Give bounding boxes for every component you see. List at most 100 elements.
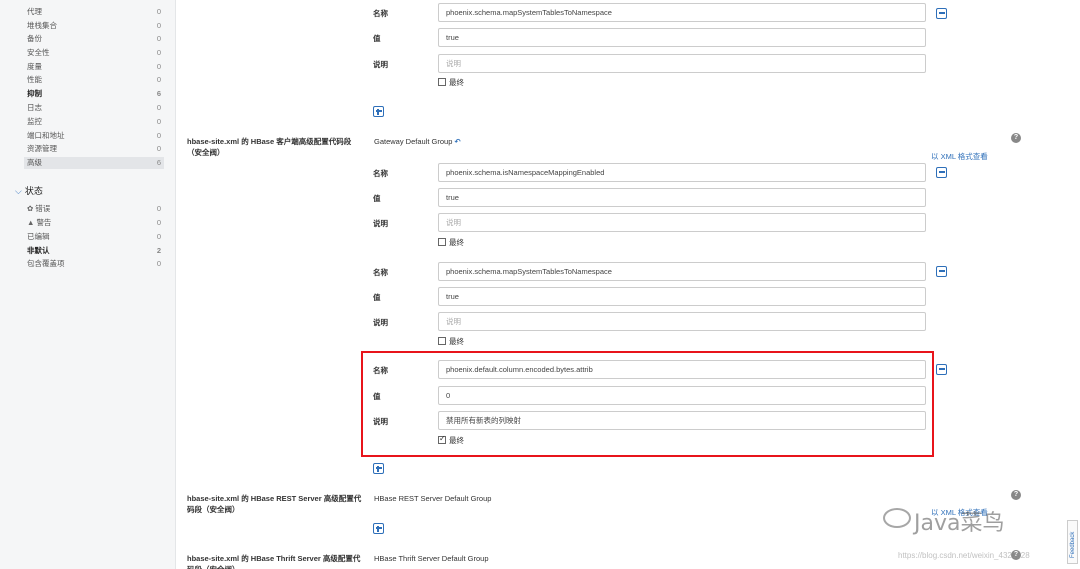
sidebar-item-count: 0	[156, 7, 161, 16]
description-label: 说明	[373, 318, 388, 327]
description-label: 说明	[373, 417, 388, 426]
sidebar-item-edited[interactable]: 已编辑 0	[27, 231, 161, 243]
final-checkbox[interactable]: 最终	[438, 238, 464, 248]
sidebar-item-errors[interactable]: ✿ 错误 0	[27, 203, 161, 215]
sidebar-item-proxy[interactable]: 代理 0	[27, 6, 161, 18]
sidebar-item-count: 0	[156, 34, 161, 43]
property-name-input[interactable]: phoenix.schema.mapSystemTablesToNamespac…	[438, 262, 926, 281]
sidebar-item-count: 0	[156, 117, 161, 126]
help-icon[interactable]: ?	[1011, 133, 1021, 143]
sidebar-item-overrides[interactable]: 包含覆盖项 0	[27, 258, 161, 270]
help-icon[interactable]: ?	[1011, 490, 1021, 500]
group-name: Gateway Default Group	[374, 137, 453, 146]
value-label: 值	[373, 34, 381, 43]
sidebar-item-logs[interactable]: 日志 0	[27, 102, 161, 114]
sidebar-item-non-default[interactable]: 非默认 2	[27, 245, 161, 257]
property-name-input[interactable]: phoenix.schema.isNamespaceMappingEnabled	[438, 163, 926, 182]
sidebar-item-backup[interactable]: 备份 0	[27, 33, 161, 45]
sidebar-item-warnings[interactable]: ▲ 警告 0	[27, 217, 161, 229]
value-label: 值	[373, 392, 381, 401]
property-description-input[interactable]: 说明	[438, 213, 926, 232]
sidebar-item-label: 日志	[27, 103, 42, 112]
property-value-input[interactable]: 0	[438, 386, 926, 405]
sidebar-item-label: 包含覆盖项	[27, 259, 65, 268]
sidebar-item-performance[interactable]: 性能 0	[27, 74, 161, 86]
sidebar-item-suppression[interactable]: 抑制 6	[27, 88, 161, 100]
sidebar-item-count: 6	[156, 89, 161, 98]
sidebar-item-label: 代理	[27, 7, 42, 16]
status-heading: 状态	[24, 186, 43, 196]
sidebar-item-count: 0	[156, 218, 161, 227]
final-checkbox[interactable]: 最终	[438, 78, 464, 88]
final-checkbox[interactable]: 最终	[438, 337, 464, 347]
sidebar-item-count: 0	[156, 204, 161, 213]
final-label: 最终	[449, 436, 464, 445]
sidebar-item-label: 警告	[36, 218, 52, 227]
sidebar-item-label: 性能	[27, 75, 42, 84]
group-name: HBase REST Server Default Group	[374, 494, 492, 503]
remove-property-icon[interactable]	[936, 8, 947, 19]
add-property-icon[interactable]	[373, 106, 384, 117]
sidebar-item-label: 已编辑	[27, 232, 50, 241]
sidebar-item-security[interactable]: 安全性 0	[27, 47, 161, 59]
remove-property-icon[interactable]	[936, 266, 947, 277]
remove-property-icon[interactable]	[936, 364, 947, 375]
add-property-icon[interactable]	[373, 523, 384, 534]
sidebar-item-metrics[interactable]: 度量 0	[27, 61, 161, 73]
sidebar-item-advanced[interactable]: 高级 6	[24, 157, 164, 169]
description-label: 说明	[373, 219, 388, 228]
undo-icon[interactable]: ↶	[454, 137, 460, 146]
gear-icon: ✿	[27, 204, 34, 213]
checkbox-icon	[438, 337, 446, 345]
sidebar-item-count: 0	[156, 21, 161, 30]
warning-icon: ▲	[27, 218, 35, 227]
sidebar-item-label: 备份	[27, 34, 42, 43]
sidebar-item-count: 0	[156, 232, 161, 241]
sidebar-item-label: 资源管理	[27, 144, 57, 153]
feedback-label: Feedback	[1070, 531, 1076, 558]
sidebar-item-ports[interactable]: 端口和地址 0	[27, 130, 161, 142]
sidebar-item-count: 0	[156, 75, 161, 84]
property-value-input[interactable]: true	[438, 28, 926, 47]
watermark-url: https://blog.csdn.net/weixin_4321628	[898, 551, 1030, 560]
property-value-input[interactable]: true	[438, 188, 926, 207]
remove-property-icon[interactable]	[936, 167, 947, 178]
sidebar-item-label: 安全性	[27, 48, 50, 57]
config-group-thrift: HBase Thrift Server Default Group	[374, 554, 489, 563]
sidebar-item-count: 6	[156, 158, 161, 167]
checkbox-checked-icon	[438, 434, 446, 444]
add-property-icon[interactable]	[373, 463, 384, 474]
name-label: 名称	[373, 268, 388, 277]
group-name: HBase Thrift Server Default Group	[374, 554, 489, 563]
property-description-input[interactable]: 禁用所有新表的列映射	[438, 411, 926, 430]
chevron-down-icon: ⌵	[15, 186, 22, 196]
status-section-toggle[interactable]: ⌵ 状态	[15, 184, 43, 197]
sidebar-item-label: 非默认	[27, 246, 50, 255]
sidebar-item-count: 0	[156, 144, 161, 153]
sidebar-item-stack[interactable]: 堆栈集合 0	[27, 20, 161, 32]
property-name-input[interactable]: phoenix.default.column.encoded.bytes.att…	[438, 360, 926, 379]
feedback-tab[interactable]: Feedback	[1067, 520, 1078, 564]
view-as-xml-link[interactable]: 以 XML 格式查看	[931, 151, 988, 162]
sidebar-item-monitoring[interactable]: 监控 0	[27, 116, 161, 128]
final-checkbox[interactable]: 最终	[438, 434, 464, 446]
sidebar-item-resources[interactable]: 资源管理 0	[27, 143, 161, 155]
sidebar-item-count: 0	[156, 259, 161, 268]
sidebar: 代理 0 堆栈集合 0 备份 0 安全性 0 度量 0 性能 0 抑制 6 日志 0 监控 0 端…	[0, 0, 176, 569]
sidebar-item-label: 度量	[27, 62, 42, 71]
property-description-input[interactable]: 说明	[438, 54, 926, 73]
property-value-input[interactable]: true	[438, 287, 926, 306]
section-title-rest: hbase-site.xml 的 HBase REST Server 高级配置代…	[187, 494, 362, 514]
property-description-input[interactable]: 说明	[438, 312, 926, 331]
sidebar-item-label: 抑制	[27, 89, 42, 98]
section-title-thrift: hbase-site.xml 的 HBase Thrift Server 高级配…	[187, 554, 361, 569]
value-label: 值	[373, 194, 381, 203]
watermark-brand: Java菜鸟	[914, 511, 1005, 536]
name-label: 名称	[373, 169, 388, 178]
checkbox-icon	[438, 78, 446, 86]
config-group-rest: HBase REST Server Default Group	[374, 494, 491, 503]
sidebar-item-label: 监控	[27, 117, 42, 126]
property-name-input[interactable]: phoenix.schema.mapSystemTablesToNamespac…	[438, 3, 926, 22]
sidebar-item-count: 0	[156, 131, 161, 140]
final-label: 最终	[449, 238, 464, 247]
